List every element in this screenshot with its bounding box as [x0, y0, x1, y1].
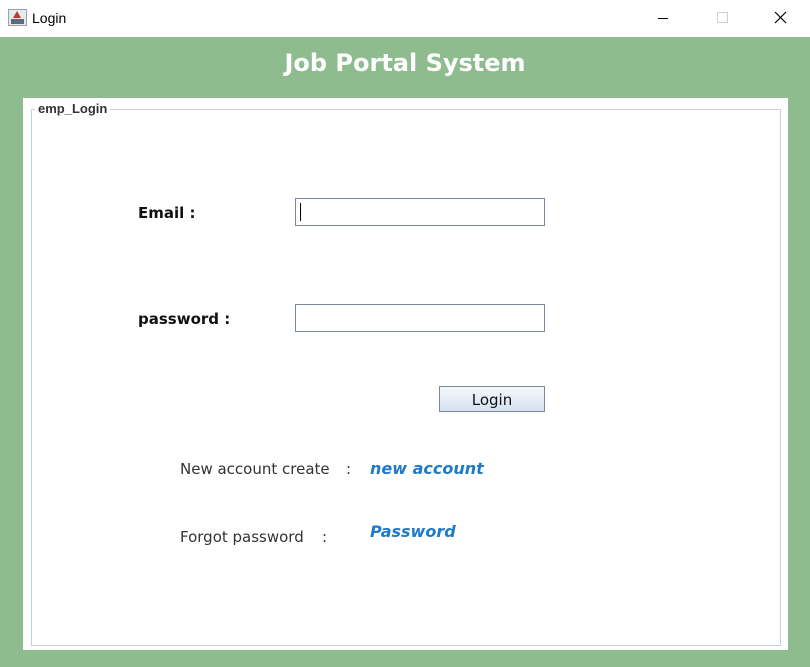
new-account-colon: : [346, 460, 352, 478]
java-app-icon [8, 9, 27, 26]
email-label: Email : [138, 204, 196, 222]
login-group-title: emp_Login [35, 101, 111, 116]
forgot-password-link[interactable]: Password [370, 522, 456, 541]
password-label: password : [138, 310, 231, 328]
window-titlebar: Login [0, 0, 810, 37]
forgot-password-label: Forgot password [180, 528, 304, 546]
close-icon [774, 11, 787, 24]
app-heading: Job Portal System [284, 49, 526, 77]
email-field[interactable] [295, 198, 545, 226]
login-group-border [31, 109, 781, 646]
maximize-icon [717, 12, 728, 23]
window-title: Login [32, 10, 67, 26]
password-field[interactable] [295, 304, 545, 332]
new-account-label: New account create [180, 460, 330, 478]
minimize-icon [658, 18, 668, 19]
new-account-link[interactable]: new account [370, 459, 484, 478]
minimize-button[interactable] [641, 0, 687, 37]
text-caret [300, 203, 301, 221]
maximize-button[interactable] [699, 0, 745, 37]
login-button[interactable]: Login [439, 386, 545, 412]
forgot-password-colon: : [322, 528, 328, 546]
close-button[interactable] [757, 0, 803, 37]
